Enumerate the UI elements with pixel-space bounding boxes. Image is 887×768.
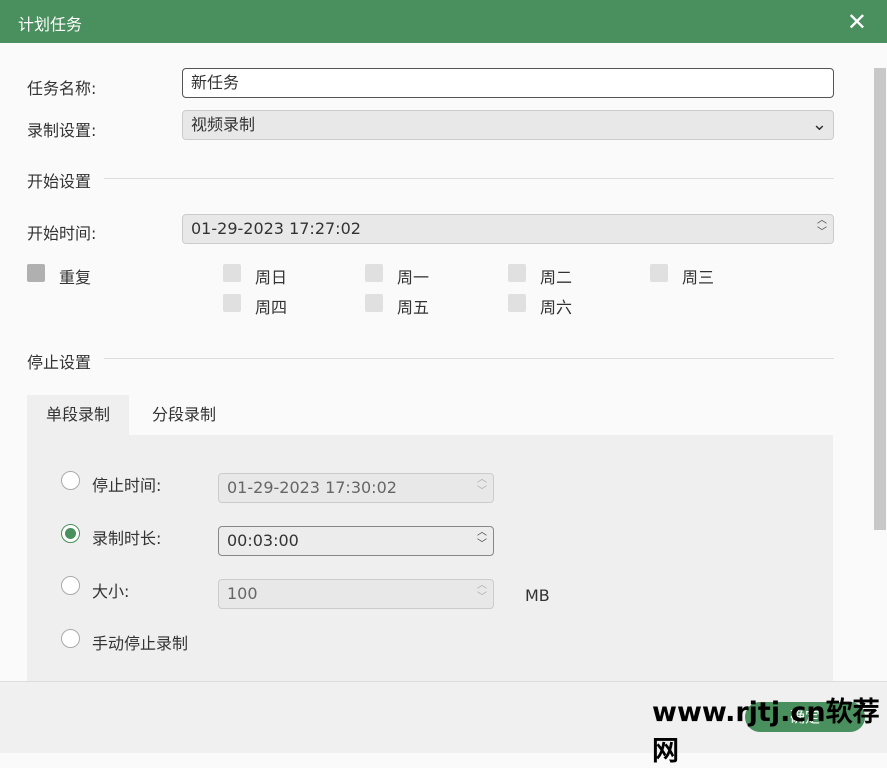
task-name-label: 任务名称: <box>27 79 97 98</box>
day-checkbox[interactable] <box>223 264 241 282</box>
stop-time-input[interactable]: 01-29-2023 17:30:02 ︿ ﹀ <box>218 473 494 503</box>
day-label: 周日 <box>255 268 288 287</box>
day-label: 周二 <box>540 268 573 287</box>
duration-value: 00:03:00 <box>227 531 299 550</box>
repeat-label: 重复 <box>59 268 92 287</box>
divider <box>104 178 834 179</box>
day-label: 周五 <box>397 298 430 317</box>
size-input[interactable]: 100 ︿ ﹀ <box>218 579 494 609</box>
spinner-icon[interactable]: ︿ ﹀ <box>477 527 487 551</box>
spinner-icon[interactable]: ︿ ﹀ <box>817 215 827 239</box>
task-name-input[interactable]: 新任务 <box>182 68 834 98</box>
day-checkbox[interactable] <box>508 294 526 312</box>
title-bar: 计划任务 ✕ <box>0 0 887 43</box>
stop-section-title: 停止设置 <box>27 353 92 372</box>
record-setting-select[interactable]: 视频录制 ⌄ <box>182 110 834 140</box>
start-section-title: 开始设置 <box>27 172 92 191</box>
size-label: 大小: <box>92 582 130 601</box>
start-time-value: 01-29-2023 17:27:02 <box>191 219 361 238</box>
duration-input[interactable]: 00:03:00 ︿ ﹀ <box>218 526 494 556</box>
record-setting-label: 录制设置: <box>27 121 97 140</box>
chevron-down-icon: ⌄ <box>811 114 827 135</box>
tab-segment[interactable]: 分段录制 <box>129 395 239 435</box>
day-checkbox[interactable] <box>650 264 668 282</box>
stop-time-value: 01-29-2023 17:30:02 <box>227 478 397 497</box>
day-checkbox[interactable] <box>223 294 241 312</box>
day-label: 周一 <box>397 268 430 287</box>
scrollbar[interactable] <box>874 68 886 530</box>
divider <box>104 358 834 359</box>
close-icon[interactable]: ✕ <box>847 8 867 36</box>
stop-time-label: 停止时间: <box>92 476 162 495</box>
watermark: www.rjtj.cn软荐网 <box>652 697 880 767</box>
day-checkbox[interactable] <box>508 264 526 282</box>
repeat-checkbox[interactable] <box>27 264 45 282</box>
manual-stop-label: 手动停止录制 <box>92 634 189 653</box>
start-time-input[interactable]: 01-29-2023 17:27:02 ︿ ﹀ <box>182 214 834 244</box>
size-value: 100 <box>227 584 258 603</box>
duration-label: 录制时长: <box>92 529 162 548</box>
day-label: 周四 <box>255 298 288 317</box>
size-radio[interactable] <box>61 576 80 595</box>
day-checkbox[interactable] <box>365 294 383 312</box>
dialog-title: 计划任务 <box>18 15 83 34</box>
day-label: 周三 <box>682 268 715 287</box>
size-unit: MB <box>525 586 550 605</box>
stop-time-radio[interactable] <box>61 471 80 490</box>
manual-stop-radio[interactable] <box>61 629 80 648</box>
day-checkbox[interactable] <box>365 264 383 282</box>
spinner-icon[interactable]: ︿ ﹀ <box>477 474 487 498</box>
duration-radio[interactable] <box>61 524 80 543</box>
record-setting-value: 视频录制 <box>191 115 256 134</box>
start-time-label: 开始时间: <box>27 224 97 243</box>
day-label: 周六 <box>540 298 573 317</box>
spinner-icon[interactable]: ︿ ﹀ <box>477 580 487 604</box>
tab-single[interactable]: 单段录制 <box>27 395 129 435</box>
